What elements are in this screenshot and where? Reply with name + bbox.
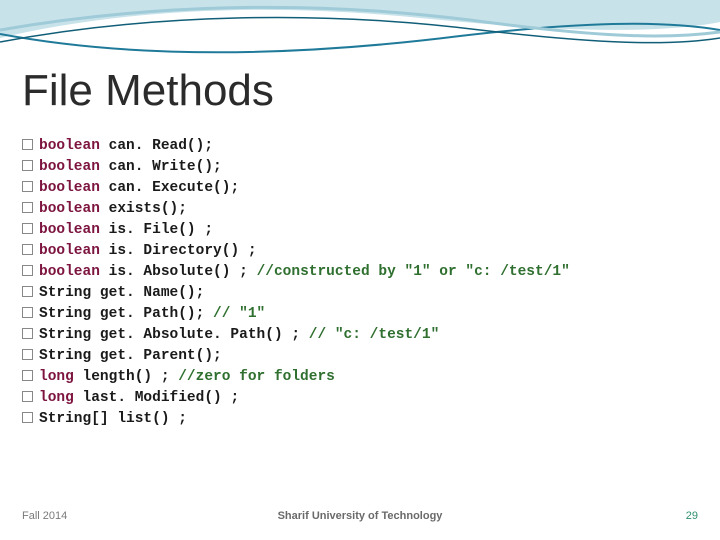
code-comment: //constructed by "1" or "c: /test/1" <box>257 264 570 280</box>
square-bullet-icon <box>22 391 33 402</box>
code-keyword: boolean <box>39 159 100 175</box>
code-line: String[] list() ; <box>22 409 570 430</box>
square-bullet-icon <box>22 223 33 234</box>
code-line: boolean is. Absolute() ; //constructed b… <box>22 262 570 283</box>
square-bullet-icon <box>22 244 33 255</box>
code-body: String get. Parent(); <box>39 348 222 364</box>
code-keyword: boolean <box>39 243 100 259</box>
code-keyword: long <box>39 369 74 385</box>
code-comment: // "1" <box>213 306 265 322</box>
square-bullet-icon <box>22 160 33 171</box>
footer-page-number: 29 <box>686 510 698 522</box>
code-body: is. File() ; <box>100 222 213 238</box>
code-line: String get. Name(); <box>22 283 570 304</box>
code-line: String get. Absolute. Path() ; // "c: /t… <box>22 325 570 346</box>
footer-university: Sharif University of Technology <box>278 510 443 522</box>
square-bullet-icon <box>22 412 33 423</box>
footer-semester: Fall 2014 <box>22 510 67 522</box>
code-line: boolean can. Write(); <box>22 157 570 178</box>
code-line: long last. Modified() ; <box>22 388 570 409</box>
square-bullet-icon <box>22 202 33 213</box>
square-bullet-icon <box>22 286 33 297</box>
code-line: String get. Path(); // "1" <box>22 304 570 325</box>
code-keyword: boolean <box>39 138 100 154</box>
square-bullet-icon <box>22 265 33 276</box>
code-keyword: long <box>39 390 74 406</box>
code-body: String[] list() ; <box>39 411 187 427</box>
code-body: exists(); <box>100 201 187 217</box>
code-body: last. Modified() ; <box>74 390 239 406</box>
code-keyword: boolean <box>39 222 100 238</box>
code-keyword: boolean <box>39 264 100 280</box>
code-line: boolean exists(); <box>22 199 570 220</box>
code-body: can. Read(); <box>100 138 213 154</box>
square-bullet-icon <box>22 139 33 150</box>
code-keyword: boolean <box>39 201 100 217</box>
code-line: boolean can. Read(); <box>22 136 570 157</box>
code-body: String get. Path(); <box>39 306 213 322</box>
code-body: is. Directory() ; <box>100 243 257 259</box>
square-bullet-icon <box>22 307 33 318</box>
code-keyword: boolean <box>39 180 100 196</box>
code-line: String get. Parent(); <box>22 346 570 367</box>
code-body: String get. Name(); <box>39 285 204 301</box>
code-line: boolean is. Directory() ; <box>22 241 570 262</box>
code-line: boolean is. File() ; <box>22 220 570 241</box>
square-bullet-icon <box>22 328 33 339</box>
code-comment: // "c: /test/1" <box>309 327 440 343</box>
code-body: can. Write(); <box>100 159 222 175</box>
square-bullet-icon <box>22 181 33 192</box>
code-line: long length() ; //zero for folders <box>22 367 570 388</box>
square-bullet-icon <box>22 349 33 360</box>
code-body: is. Absolute() ; <box>100 264 257 280</box>
square-bullet-icon <box>22 370 33 381</box>
code-body: length() ; <box>74 369 178 385</box>
code-comment: //zero for folders <box>178 369 335 385</box>
code-list: boolean can. Read();boolean can. Write()… <box>22 136 570 430</box>
slide-title: File Methods <box>22 66 274 116</box>
code-line: boolean can. Execute(); <box>22 178 570 199</box>
footer: Fall 2014 Sharif University of Technolog… <box>0 510 720 522</box>
code-body: can. Execute(); <box>100 180 239 196</box>
code-body: String get. Absolute. Path() ; <box>39 327 309 343</box>
